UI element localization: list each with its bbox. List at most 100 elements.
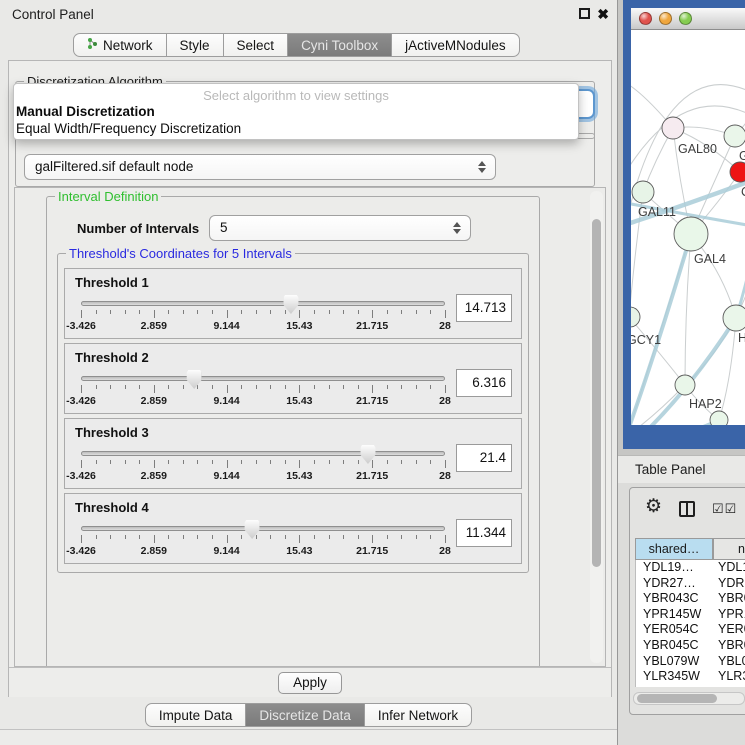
threshold-label: Threshold 4 bbox=[75, 500, 149, 515]
table-row[interactable]: YDR27…YDR2 bbox=[636, 576, 745, 592]
table-row[interactable]: YER054CYER0 bbox=[636, 622, 745, 638]
number-of-intervals-combobox[interactable]: 5 bbox=[209, 215, 471, 241]
threshold-slider[interactable]: -3.4262.8599.14415.4321.71528 bbox=[81, 451, 445, 483]
cell-shared-name: YBR045C bbox=[636, 638, 714, 654]
combo-arrows-icon bbox=[453, 222, 461, 234]
network-icon bbox=[87, 37, 98, 53]
cell-name: YPR1 bbox=[714, 607, 745, 623]
zoom-traffic-light-icon[interactable] bbox=[679, 12, 692, 25]
cell-shared-name: YPR145W bbox=[636, 607, 714, 623]
table-panel-body: ⚙ ☑☑ shared… n YDL19…YDL1YDR27…YDR2YBR04… bbox=[618, 483, 745, 745]
table-row[interactable]: YBR045CYBR0 bbox=[636, 638, 745, 654]
tab-label: Network bbox=[103, 38, 153, 53]
split-columns-icon[interactable] bbox=[679, 501, 695, 517]
network-node[interactable] bbox=[662, 117, 684, 139]
column-header-name[interactable]: n bbox=[713, 538, 745, 560]
threshold-row: Threshold 1 -3.4262.8599.14415.4321.71528… bbox=[64, 268, 522, 339]
network-node[interactable] bbox=[710, 411, 728, 425]
network-canvas[interactable]: GAL80GACGAL11GAL4GCY1HHAP2 bbox=[631, 30, 745, 425]
tab-select[interactable]: Select bbox=[224, 33, 289, 57]
right-column: GAL80GACGAL11GAL4GCY1HHAP2 Table Panel ⚙… bbox=[617, 0, 745, 745]
threshold-label: Threshold 1 bbox=[75, 275, 149, 290]
combo-arrows-icon bbox=[478, 161, 486, 173]
network-node[interactable] bbox=[730, 162, 745, 182]
algorithm-option[interactable]: Equal Width/Frequency Discretization bbox=[14, 120, 578, 137]
network-node[interactable] bbox=[632, 181, 654, 203]
tab-network[interactable]: Network bbox=[73, 33, 167, 57]
cell-name: YDR2 bbox=[714, 576, 745, 592]
screenshot-stage: Control Panel ✖ Network StyleSelectCyni T… bbox=[0, 0, 745, 745]
tab-label: Discretize Data bbox=[259, 708, 351, 723]
thresholds-title: Threshold's Coordinates for 5 Intervals bbox=[66, 246, 295, 261]
gear-icon[interactable]: ⚙ bbox=[645, 497, 662, 516]
algorithm-dropdown-popup: Select algorithm to view settings Manual… bbox=[13, 83, 579, 140]
settings-scrollpane: Interval Definition Number of Intervals … bbox=[14, 187, 606, 667]
slider-track[interactable] bbox=[81, 451, 445, 456]
table-row[interactable]: YLR345WYLR3 bbox=[636, 669, 745, 685]
threshold-value-field[interactable]: 21.4 bbox=[456, 444, 512, 472]
tab-infer-network[interactable]: Infer Network bbox=[365, 703, 472, 727]
network-node[interactable] bbox=[674, 217, 708, 251]
table-row[interactable]: YBL079WYBL0 bbox=[636, 654, 745, 670]
minimize-traffic-light-icon[interactable] bbox=[659, 12, 672, 25]
slider-tick-labels: -3.4262.8599.14415.4321.71528 bbox=[81, 320, 445, 333]
network-node[interactable] bbox=[724, 125, 745, 147]
vertical-scrollbar[interactable] bbox=[590, 191, 603, 663]
table-row[interactable]: YBR043CYBR0 bbox=[636, 591, 745, 607]
close-icon[interactable]: ✖ bbox=[597, 8, 609, 20]
network-node[interactable] bbox=[675, 375, 695, 395]
float-window-icon[interactable] bbox=[579, 8, 590, 19]
network-node[interactable] bbox=[723, 305, 745, 331]
table-row[interactable]: YIL052CYIL0 bbox=[636, 685, 745, 687]
threshold-slider[interactable]: -3.4262.8599.14415.4321.71528 bbox=[81, 376, 445, 408]
network-graph[interactable]: GAL80GACGAL11GAL4GCY1HHAP2 bbox=[631, 30, 745, 425]
table-data-group: Table Data galFiltered.sif default node bbox=[15, 133, 595, 187]
tab-style[interactable]: Style bbox=[167, 33, 224, 57]
threshold-row: Threshold 2-3.4262.8599.14415.4321.71528… bbox=[64, 343, 522, 414]
slider-tick-labels: -3.4262.8599.14415.4321.71528 bbox=[81, 545, 445, 558]
node-table: shared… n YDL19…YDL1YDR27…YDR2YBR043CYBR… bbox=[635, 538, 745, 687]
threshold-value-field[interactable]: 14.713 bbox=[456, 294, 512, 322]
slider-ticks bbox=[81, 310, 445, 319]
node-label: GCY1 bbox=[631, 333, 661, 347]
table-header: shared… n bbox=[635, 538, 745, 560]
threshold-slider[interactable]: -3.4262.8599.14415.4321.71528 bbox=[81, 301, 445, 333]
threshold-row: Threshold 3 -3.4262.8599.14415.4321.71528… bbox=[64, 418, 522, 489]
panel-title: Control Panel bbox=[12, 7, 94, 22]
table-row[interactable]: YPR145WYPR1 bbox=[636, 607, 745, 623]
threshold-value-field[interactable]: 6.316 bbox=[456, 369, 512, 397]
threshold-value-field[interactable]: 11.344 bbox=[456, 519, 512, 547]
table-data-combobox[interactable]: galFiltered.sif default node bbox=[24, 154, 496, 180]
cyni-toolbox-content: Discretization Algorithm Select algorith… bbox=[8, 60, 612, 697]
apply-button[interactable]: Apply bbox=[278, 672, 342, 694]
slider-track[interactable] bbox=[81, 526, 445, 531]
horizontal-scrollbar[interactable] bbox=[633, 692, 745, 705]
checkbox-icons[interactable]: ☑☑ bbox=[712, 501, 737, 517]
cell-name: YLR3 bbox=[714, 669, 745, 685]
control-panel: Control Panel ✖ Network StyleSelectCyni T… bbox=[0, 0, 617, 745]
cell-name: YBR0 bbox=[714, 591, 745, 607]
close-traffic-light-icon[interactable] bbox=[639, 12, 652, 25]
table-row[interactable]: YDL19…YDL1 bbox=[636, 560, 745, 576]
apply-row: Apply bbox=[9, 667, 611, 697]
tab-discretize-data[interactable]: Discretize Data bbox=[246, 703, 365, 727]
tab-cyni-toolbox[interactable]: Cyni Toolbox bbox=[288, 33, 392, 57]
algorithm-option[interactable]: Manual Discretization bbox=[14, 103, 578, 120]
threshold-slider[interactable]: -3.4262.8599.14415.4321.71528 bbox=[81, 526, 445, 558]
control-panel-titlebar: Control Panel ✖ bbox=[0, 0, 617, 30]
network-window-titlebar bbox=[631, 8, 745, 30]
node-label: GAL11 bbox=[638, 205, 676, 219]
cell-shared-name: YER054C bbox=[636, 622, 714, 638]
cell-shared-name: YBL079W bbox=[636, 654, 714, 670]
column-header-shared[interactable]: shared… bbox=[635, 538, 713, 560]
slider-track[interactable] bbox=[81, 301, 445, 306]
slider-track[interactable] bbox=[81, 376, 445, 381]
tab-jactivemnodules[interactable]: jActiveMNodules bbox=[392, 33, 520, 57]
tab-impute-data[interactable]: Impute Data bbox=[145, 703, 247, 727]
interval-definition-title: Interval Definition bbox=[55, 189, 161, 204]
panel-footer bbox=[0, 729, 617, 745]
cell-name: YBL0 bbox=[714, 654, 745, 670]
threshold-row: Threshold 4 -3.4262.8599.14415.4321.71528… bbox=[64, 493, 522, 564]
network-node[interactable] bbox=[631, 307, 640, 327]
threshold-label: Threshold 3 bbox=[75, 425, 149, 440]
